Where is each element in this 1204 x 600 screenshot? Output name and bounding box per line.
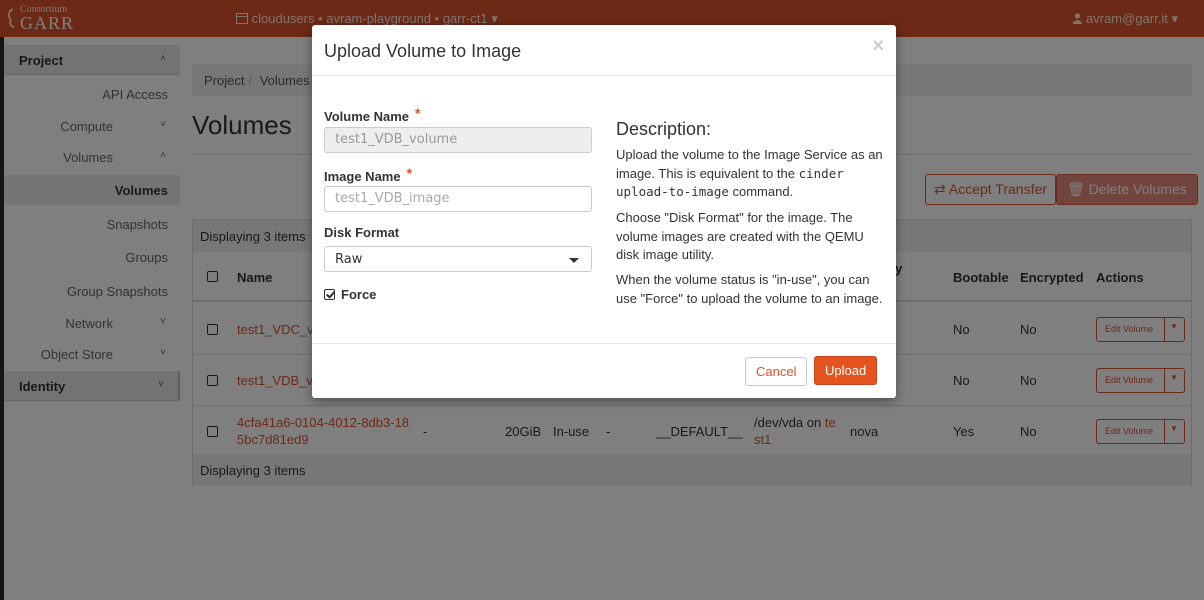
cancel-button[interactable]: Cancel — [745, 357, 808, 386]
modal-title: Upload Volume to Image — [324, 41, 522, 61]
upload-volume-modal: Upload Volume to Image × Volume Name * te… — [312, 25, 896, 398]
close-icon[interactable]: × — [872, 35, 884, 58]
modal-header: Upload Volume to Image × — [312, 25, 896, 76]
caret-down-icon — [569, 258, 579, 263]
description-paragraph: Upload the volume to the Image Service a… — [616, 147, 883, 199]
description-title: Description: — [616, 119, 712, 139]
image-name-input[interactable]: test1_VDB_image — [324, 186, 592, 212]
description-paragraph: When the volume status is "in-use", you … — [616, 272, 883, 306]
disk-format-select[interactable]: Raw — [324, 246, 592, 272]
upload-button[interactable]: Upload — [814, 356, 878, 385]
description-paragraph: Choose "Disk Format" for the image. The … — [616, 210, 864, 262]
image-name-label: Image Name * — [324, 165, 413, 184]
volume-name-input: test1_VDB_volume — [324, 127, 592, 153]
force-label: Force — [341, 287, 377, 302]
modal-footer: Cancel Upload — [312, 343, 896, 398]
disk-format-label: Disk Format — [324, 225, 400, 240]
disk-format-value: Raw — [335, 252, 363, 267]
required-mark: * — [415, 105, 421, 121]
volume-name-label: Volume Name * — [324, 105, 421, 124]
check-icon — [324, 289, 335, 300]
force-checkbox[interactable]: Force — [324, 287, 376, 302]
required-mark: * — [406, 165, 413, 181]
